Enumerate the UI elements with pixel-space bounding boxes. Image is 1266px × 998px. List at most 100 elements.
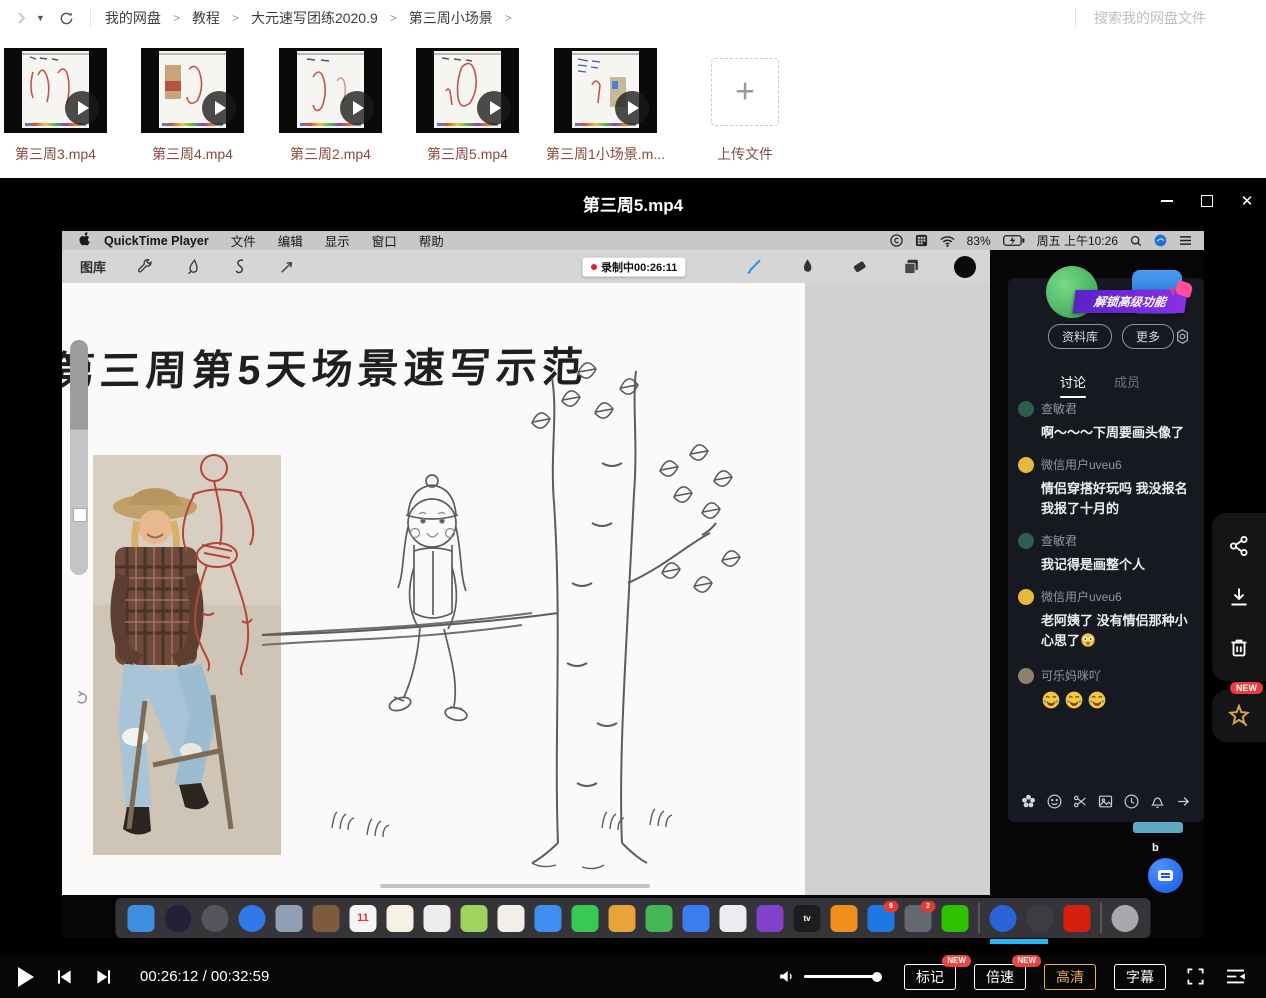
menubar-menus: 文件编辑显示窗口帮助 <box>209 231 444 250</box>
plus-icon: + <box>735 73 755 112</box>
arrow-right-icon <box>1175 793 1192 810</box>
file-name: 第三周4.mp4 <box>121 144 264 164</box>
bell-icon <box>1149 793 1166 810</box>
time-display: 00:26:12 / 00:32:59 <box>140 968 269 985</box>
upload-file-label: 上传文件 <box>681 144 809 164</box>
screen: ▼ 我的网盘>教程>大元速写团练2020.9>第三周小场景> 搜索我的网盘文件 … <box>0 0 1266 998</box>
breadcrumb-item[interactable]: 大元速写团练2020.9 <box>251 8 378 28</box>
volume-control <box>777 967 880 986</box>
maximize-button[interactable] <box>1200 194 1214 208</box>
play-overlay-icon[interactable] <box>477 91 511 125</box>
dock-icon-preview <box>276 905 303 932</box>
menubar-menu-item: 显示 <box>325 231 350 250</box>
chat-message: 可乐妈咪吖 <box>1018 667 1196 716</box>
dock-icon-system-preferences: 2 <box>905 905 932 932</box>
upload-file-button[interactable]: + <box>711 58 779 126</box>
pin-new-badge: NEW <box>1230 682 1263 694</box>
player-titlebar: 第三周5.mp4 ✕ <box>0 178 1266 224</box>
chat-tabs: 讨论 成员 <box>1060 372 1140 391</box>
file-tile[interactable]: .red{stroke:#c0564a;fill:none;stroke-wid… <box>4 48 107 168</box>
file-name: 第三周2.mp4 <box>259 144 402 164</box>
share-icon[interactable] <box>1227 534 1251 558</box>
face-with-tears-of-joy-emoji <box>1087 690 1107 716</box>
video-thumbnail: .red{stroke:#c0564a;fill:none;stroke-wid… <box>554 48 657 133</box>
wrench-icon <box>136 258 154 276</box>
dock-icon-siri <box>165 905 192 932</box>
dock-icon-facetime <box>572 905 599 932</box>
breadcrumb-separator: > <box>505 11 512 25</box>
play-overlay-icon[interactable] <box>615 91 649 125</box>
dock-icon-numbers <box>646 905 673 932</box>
avatar <box>1018 401 1034 417</box>
dock-separator <box>1101 903 1102 933</box>
video-frame[interactable]: QuickTime Player 文件编辑显示窗口帮助 83% 周五 上午10:… <box>0 224 1266 955</box>
recording-indicator: 录制中00:26:11 <box>582 257 686 277</box>
spotlight-search-icon <box>1130 235 1142 247</box>
procreate-window: 图库 录制中00:26:11 <box>62 250 990 895</box>
progress-peek <box>990 939 1048 944</box>
refresh-icon[interactable] <box>59 11 74 26</box>
sketch-drawing <box>62 283 805 895</box>
breadcrumb-item[interactable]: 教程 <box>192 8 220 28</box>
breadcrumb-item[interactable]: 第三周小场景 <box>409 8 493 28</box>
layers-icon <box>902 257 921 276</box>
avatar <box>1018 589 1034 605</box>
video-thumbnail: .red{stroke:#c0564a;fill:none;stroke-wid… <box>416 48 519 133</box>
breadcrumb-item[interactable]: 我的网盘 <box>105 8 161 28</box>
message-text: 我记得是画整个人 <box>1041 555 1196 575</box>
player-button-高清[interactable]: 高清 <box>1044 964 1096 990</box>
close-button[interactable]: ✕ <box>1240 194 1254 208</box>
scissors-icon <box>1072 793 1089 810</box>
dock-icon-keynote <box>683 905 710 932</box>
minimize-button[interactable] <box>1160 194 1174 208</box>
fullscreen-icon[interactable] <box>1186 967 1205 986</box>
speaker-icon[interactable] <box>777 967 796 986</box>
dock-icon-netease-music <box>1064 905 1091 932</box>
dock-icon-calendar: 11 <box>350 905 377 932</box>
file-name: 第三周3.mp4 <box>0 144 127 164</box>
hidden-button-peek <box>1133 822 1183 833</box>
file-tile[interactable]: .red{stroke:#c0564a;fill:none;stroke-wid… <box>554 48 657 168</box>
player-button-字幕[interactable]: 字幕 <box>1114 964 1166 990</box>
file-tile[interactable]: .red{stroke:#c0564a;fill:none;stroke-wid… <box>141 48 244 168</box>
play-button[interactable] <box>18 967 34 987</box>
next-button[interactable] <box>94 967 114 987</box>
tab-members: 成员 <box>1114 372 1140 391</box>
drawing-canvas: 第三周第5天场景速写示范 <box>62 283 805 895</box>
pin-tool-button[interactable] <box>1212 690 1266 742</box>
volume-slider[interactable] <box>804 975 880 978</box>
avatar <box>1018 668 1034 684</box>
video-thumbnail: .red{stroke:#c0564a;fill:none;stroke-wid… <box>4 48 107 133</box>
selection-icon <box>232 258 248 276</box>
file-tile[interactable]: .red{stroke:#c0564a;fill:none;stroke-wid… <box>279 48 382 168</box>
previous-button[interactable] <box>54 967 74 987</box>
play-overlay-icon[interactable] <box>340 91 374 125</box>
player-button-标记[interactable]: 标记NEW <box>904 964 956 990</box>
search-input[interactable]: 搜索我的网盘文件 <box>1094 8 1206 28</box>
play-overlay-icon[interactable] <box>65 91 99 125</box>
file-name: 第三周5.mp4 <box>396 144 539 164</box>
dock-separator <box>979 903 980 933</box>
avatar <box>1018 457 1034 473</box>
breadcrumb-separator: > <box>173 11 180 25</box>
magic-pin-icon <box>1226 703 1252 729</box>
menubar-clock: 周五 上午10:26 <box>1037 232 1118 249</box>
tab-discussion: 讨论 <box>1060 372 1086 391</box>
message-username: 微信用户uveu6 <box>1041 588 1122 605</box>
history-dropdown-icon[interactable]: ▼ <box>36 13 45 23</box>
menubar-app-name[interactable]: QuickTime Player <box>104 234 209 248</box>
dock-icon-class-app <box>990 905 1017 932</box>
video-player-window: 第三周5.mp4 ✕ QuickTime Player 文件编辑显示窗口帮助 <box>0 178 1266 998</box>
player-button-倍速[interactable]: 倍速NEW <box>974 964 1026 990</box>
forward-nav-icon[interactable] <box>14 11 28 25</box>
wifi-icon <box>940 235 955 247</box>
library-button: 资料库 <box>1048 324 1112 349</box>
recording-dot-icon <box>591 264 597 270</box>
class-chat-panel: 解锁高级功能 资料库 更多 讨论 成员 查敏君啊～～～下周要画头像了微信用户uv… <box>1008 278 1204 822</box>
play-overlay-icon[interactable] <box>202 91 236 125</box>
file-tile[interactable]: .red{stroke:#c0564a;fill:none;stroke-wid… <box>416 48 519 168</box>
playlist-icon[interactable] <box>1225 968 1246 985</box>
download-icon[interactable] <box>1227 585 1251 609</box>
dock-icon-app-store: 9 <box>868 905 895 932</box>
delete-icon[interactable] <box>1227 636 1251 660</box>
